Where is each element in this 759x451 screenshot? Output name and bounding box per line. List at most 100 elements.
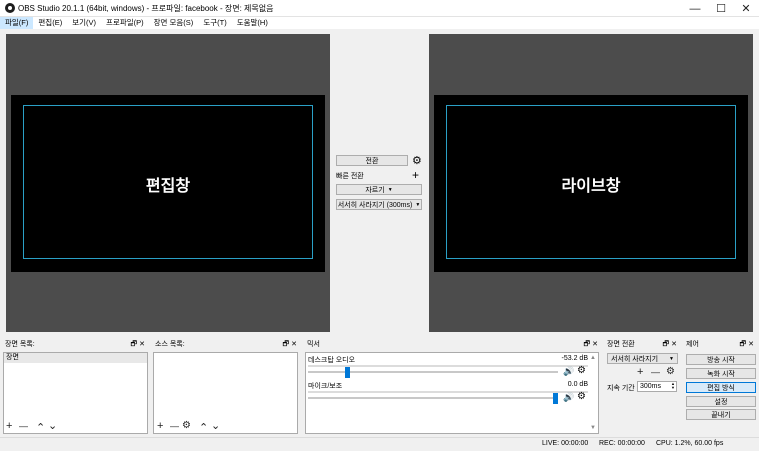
scenes-header: 장면 목록: 🗗✕ — [3, 340, 149, 350]
controls-title: 제어 — [686, 341, 699, 348]
quick-transition-label: 빠른 전환 — [336, 173, 364, 180]
float-icon[interactable]: 🗗 — [283, 341, 292, 348]
live-canvas: 라이브창 — [434, 95, 748, 272]
status-bar: LIVE: 00:00:00 REC: 00:00:00 CPU: 1.2%, … — [0, 437, 759, 451]
dock-controls[interactable]: 🗗✕ — [131, 340, 147, 350]
volume-slider-thumb[interactable] — [553, 393, 558, 404]
close-button[interactable]: ✕ — [733, 0, 759, 17]
remove-scene-icon[interactable]: — — [19, 421, 28, 431]
scene-transitions-dock: 장면 전환 🗗✕ 서서히 사라지기 ▼ + — ⚙ 지속 기간 300ms ▲ ▼ — [605, 340, 681, 436]
title-bar: OBS Studio 20.1.1 (64bit, windows) - 프로파… — [0, 0, 759, 17]
spin-arrows-icon[interactable]: ▲ ▼ — [671, 382, 675, 390]
source-properties-gear-icon[interactable]: ⚙ — [182, 421, 191, 431]
scene-item[interactable]: 장면 — [4, 353, 147, 363]
scroll-down-icon[interactable]: ▼ — [590, 425, 596, 431]
mixer-panel: 데스크탑 오디오 -53.2 dB 🔊 ⚙ 마이크/보조 0.0 dB 🔊 ⚙ … — [305, 352, 599, 434]
maximize-button[interactable]: ☐ — [708, 0, 734, 17]
transition-type-select[interactable]: 서서히 사라지기 ▼ — [607, 353, 678, 364]
mixer-channel-db: 0.0 dB — [567, 381, 588, 388]
audio-meter — [308, 365, 588, 367]
settings-button[interactable]: 설정 — [686, 396, 756, 407]
scene-transitions-title: 장면 전환 — [607, 341, 635, 348]
edit-preview-label: 편집창 — [145, 175, 191, 195]
dock-controls[interactable]: 🗗✕ — [584, 340, 600, 350]
float-icon[interactable]: 🗗 — [131, 341, 140, 348]
add-source-icon[interactable]: + — [157, 421, 163, 432]
remove-source-icon[interactable]: — — [170, 421, 179, 431]
menu-view[interactable]: 보기(V) — [67, 17, 101, 29]
menu-bar: 파일(F) 편집(E) 보기(V) 프로파일(P) 장면 모음(S) 도구(T)… — [0, 17, 759, 29]
chevron-down-icon: ▼ — [669, 355, 674, 362]
gear-icon[interactable]: ⚙ — [412, 154, 422, 167]
cut-select[interactable]: 자르기 ▼ — [336, 184, 422, 195]
dock-controls[interactable]: 🗗✕ — [663, 340, 679, 350]
menu-profile[interactable]: 프로파일(P) — [101, 17, 149, 29]
speaker-icon[interactable]: 🔊 — [563, 366, 574, 377]
start-recording-button[interactable]: 녹화 시작 — [686, 368, 756, 379]
move-down-icon[interactable]: ⌄ — [48, 421, 57, 432]
scroll-up-icon[interactable]: ▲ — [590, 355, 596, 361]
edit-canvas: 편집창 — [11, 95, 325, 272]
fade-select[interactable]: 서서히 사라지기 (300ms) ▼ — [336, 199, 422, 210]
gear-icon[interactable]: ⚙ — [577, 365, 586, 376]
sources-title: 소스 목록: — [155, 341, 185, 348]
move-up-icon[interactable]: ⌃ — [36, 423, 45, 434]
menu-tools[interactable]: 도구(T) — [198, 17, 231, 29]
menu-help[interactable]: 도움말(H) — [232, 17, 273, 29]
volume-slider[interactable] — [308, 397, 558, 399]
mixer-dock: 믹서 🗗✕ 데스크탑 오디오 -53.2 dB 🔊 ⚙ 마이크/보조 0.0 d… — [305, 340, 602, 436]
obs-logo-icon — [5, 3, 15, 13]
dock-controls[interactable]: 🗗✕ — [283, 340, 299, 350]
duration-spinbox[interactable]: 300ms ▲ ▼ — [637, 381, 677, 392]
scenes-title: 장면 목록: — [5, 341, 35, 348]
dock-controls[interactable]: 🗗✕ — [740, 340, 756, 350]
menu-edit[interactable]: 편집(E) — [33, 17, 67, 29]
move-down-icon[interactable]: ⌄ — [211, 421, 220, 432]
transition-button[interactable]: 전환 — [336, 155, 408, 166]
mixer-channel-name: 데스크탑 오디오 — [308, 357, 356, 364]
gear-icon[interactable]: ⚙ — [577, 391, 586, 402]
minimize-button[interactable]: — — [682, 0, 708, 17]
volume-slider-thumb[interactable] — [344, 367, 350, 378]
rec-timer: REC: 00:00:00 — [599, 440, 645, 447]
studio-mode-button[interactable]: 편집 방식 — [686, 382, 756, 393]
scenes-dock: 장면 목록: 🗗✕ 장면 + — ⌃ ⌄ — [3, 340, 149, 436]
window-title: OBS Studio 20.1.1 (64bit, windows) - 프로파… — [18, 4, 274, 13]
chevron-down-icon: ▼ — [387, 186, 393, 193]
cut-select-label: 자르기 — [365, 186, 385, 194]
sources-header: 소스 목록: 🗗✕ — [153, 340, 301, 350]
duration-label: 지속 기간 — [607, 385, 635, 392]
add-transition-icon[interactable]: + — [637, 367, 643, 378]
exit-button[interactable]: 끝내기 — [686, 409, 756, 420]
remove-transition-icon[interactable]: — — [651, 367, 660, 377]
edit-preview[interactable]: 편집창 — [6, 34, 330, 332]
start-streaming-button[interactable]: 방송 시작 — [686, 354, 756, 365]
float-icon[interactable]: 🗗 — [584, 341, 593, 348]
duration-value: 300ms — [640, 383, 662, 390]
transition-properties-gear-icon[interactable]: ⚙ — [666, 367, 675, 377]
mixer-header: 믹서 🗗✕ — [305, 340, 602, 350]
float-icon[interactable]: 🗗 — [740, 341, 749, 348]
plus-icon[interactable]: + — [412, 168, 419, 182]
transition-type-label: 서서히 사라지기 — [611, 355, 659, 363]
live-preview[interactable]: 라이브창 — [429, 34, 753, 332]
close-icon[interactable]: ✕ — [748, 341, 756, 348]
move-up-icon[interactable]: ⌃ — [199, 423, 208, 434]
live-timer: LIVE: 00:00:00 — [542, 440, 589, 447]
chevron-down-icon: ▼ — [415, 201, 421, 208]
menu-scene-collection[interactable]: 장면 모음(S) — [149, 17, 199, 29]
scene-transitions-header: 장면 전환 🗗✕ — [605, 340, 681, 350]
close-icon[interactable]: ✕ — [671, 341, 679, 348]
menu-file[interactable]: 파일(F) — [0, 17, 34, 29]
speaker-icon[interactable]: 🔊 — [563, 392, 574, 403]
mixer-title: 믹서 — [307, 341, 320, 348]
mixer-channel-db: -53.2 dB — [561, 355, 588, 362]
float-icon[interactable]: 🗗 — [663, 341, 672, 348]
fade-select-label: 서서히 사라지기 (300ms) — [337, 201, 413, 209]
close-icon[interactable]: ✕ — [592, 341, 600, 348]
close-icon[interactable]: ✕ — [291, 341, 299, 348]
close-icon[interactable]: ✕ — [139, 341, 147, 348]
mixer-channel-name: 마이크/보조 — [308, 383, 343, 390]
controls-dock: 제어 🗗✕ 방송 시작 녹화 시작 편집 방식 설정 끝내기 — [684, 340, 758, 436]
add-scene-icon[interactable]: + — [6, 421, 12, 432]
